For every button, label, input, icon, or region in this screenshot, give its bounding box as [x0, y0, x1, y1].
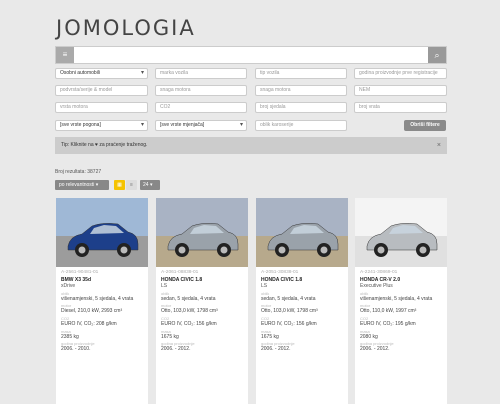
car-icon — [167, 223, 239, 257]
car-years: 2006. - 2012. — [360, 346, 390, 353]
engine-type-field[interactable]: vrsta motora — [55, 102, 148, 113]
car-card[interactable]: A-2241-30869-01 HONDA CR-V 2.0 Executive… — [355, 198, 447, 404]
car-code: A-2061-08838-01 — [161, 270, 199, 275]
car-trim: LS — [161, 283, 168, 290]
car-icon — [366, 223, 438, 257]
drive-select[interactable]: [sve vrste pogona] — [55, 120, 148, 131]
grid-view-icon[interactable]: ▦ — [114, 180, 125, 190]
car-card[interactable]: A-2061-08838-01 HONDA CIVIC 1.8 LS oblik… — [156, 198, 248, 404]
seats-field[interactable]: broj sjedala — [255, 102, 347, 113]
vehicle-type-select[interactable]: Osobni automobili — [55, 68, 148, 79]
car-card[interactable]: A-2051-30838-01 HONDA CIVIC 1.8 LS oblik… — [256, 198, 348, 404]
car-years: 2006. - 2012. — [261, 346, 291, 353]
doors-field[interactable]: broj vrata — [354, 102, 447, 113]
car-icon — [67, 223, 139, 257]
car-years: 2006. - 2010. — [61, 346, 91, 353]
car-body: sedan, 5 sjedala, 4 vrata — [161, 295, 216, 302]
logo[interactable]: JOMOLOGIA — [56, 16, 196, 40]
car-trim: Executive Plus — [360, 283, 393, 290]
tip-banner: Tip: Kliknite na ♥ za praćenje traženog.… — [55, 137, 447, 154]
car-co2: EURO IV, CO₂: 156 g/km — [161, 320, 217, 327]
car-engine: Otto, 110,0 kW, 1997 cm³ — [360, 308, 417, 315]
search-bar[interactable]: ≡ ⌕ — [55, 46, 447, 64]
car-code: A-2051-30838-01 — [261, 270, 299, 275]
gearbox-select[interactable]: [sve vrste mjenjača] — [155, 120, 247, 131]
tip-text: Tip: Kliknite na ♥ za praćenje traženog. — [61, 142, 148, 148]
car-mass: 2080 kg — [360, 333, 378, 340]
per-page-select[interactable]: 24 ▾ — [140, 180, 160, 190]
car-engine: Diesel, 210,0 kW, 2993 cm³ — [61, 308, 123, 315]
type-field[interactable]: tip vozila — [255, 68, 347, 79]
results-count: Broj rezultata: 38727 — [55, 169, 102, 175]
car-body: višenamjenski, 5 sjedala, 4 vrata — [360, 295, 433, 302]
power-field[interactable]: snaga motora — [155, 85, 247, 96]
car-photo[interactable] — [355, 198, 447, 267]
car-photo[interactable] — [256, 198, 348, 267]
power-field-2[interactable]: snaga motora — [255, 85, 347, 96]
car-co2: EURO IV, CO₂: 208 g/km — [61, 320, 117, 327]
sort-select[interactable]: po relevantnosti ▾ — [55, 180, 109, 190]
car-code: A-2561-90481-01 — [61, 270, 99, 275]
search-icon[interactable]: ⌕ — [428, 47, 446, 63]
car-body: višenamjenski, 5 sjedala, 4 vrata — [61, 295, 134, 302]
close-icon[interactable]: × — [437, 137, 441, 154]
car-name[interactable]: HONDA CR-V 2.0 — [360, 277, 442, 284]
car-trim: xDrive — [61, 283, 76, 290]
car-card[interactable]: A-2561-90481-01 BMW X3 35d xDrive oblik … — [56, 198, 148, 404]
car-engine: Otto, 103,0 kW, 1798 cm³ — [261, 308, 318, 315]
car-co2: EURO IV, CO₂: 195 g/km — [360, 320, 416, 327]
list-view-icon[interactable]: ≡ — [126, 180, 137, 190]
car-photo[interactable] — [156, 198, 248, 267]
year-field[interactable]: godina proizvodnje prve registracije — [354, 68, 447, 79]
car-body: sedan, 5 sjedala, 4 vrata — [261, 295, 316, 302]
car-mass: 1675 kg — [261, 333, 279, 340]
clear-filters-button[interactable]: Obriši filtere — [404, 120, 446, 131]
car-trim: LS — [261, 283, 268, 290]
car-icon — [267, 223, 339, 257]
car-co2: EURO IV, CO₂: 156 g/km — [261, 320, 317, 327]
car-years: 2006. - 2012. — [161, 346, 191, 353]
car-mass: 1675 kg — [161, 333, 179, 340]
brand-field[interactable]: marka vozila — [155, 68, 247, 79]
car-engine: Otto, 103,0 kW, 1798 cm³ — [161, 308, 218, 315]
co2-field[interactable]: CO2 — [155, 102, 247, 113]
car-name[interactable]: HONDA CIVIC 1.8 — [261, 277, 343, 284]
car-photo[interactable] — [56, 198, 148, 267]
menu-icon[interactable]: ≡ — [56, 47, 74, 63]
car-code: A-2241-30869-01 — [360, 270, 398, 275]
car-name[interactable]: HONDA CIVIC 1.8 — [161, 277, 243, 284]
car-name[interactable]: BMW X3 35d — [61, 277, 143, 284]
body-type-field[interactable]: oblik karoserije — [255, 120, 347, 131]
car-mass: 2385 kg — [61, 333, 79, 340]
nem-field[interactable]: NEM — [354, 85, 447, 96]
model-field[interactable]: podvrsta/serije & model — [55, 85, 148, 96]
